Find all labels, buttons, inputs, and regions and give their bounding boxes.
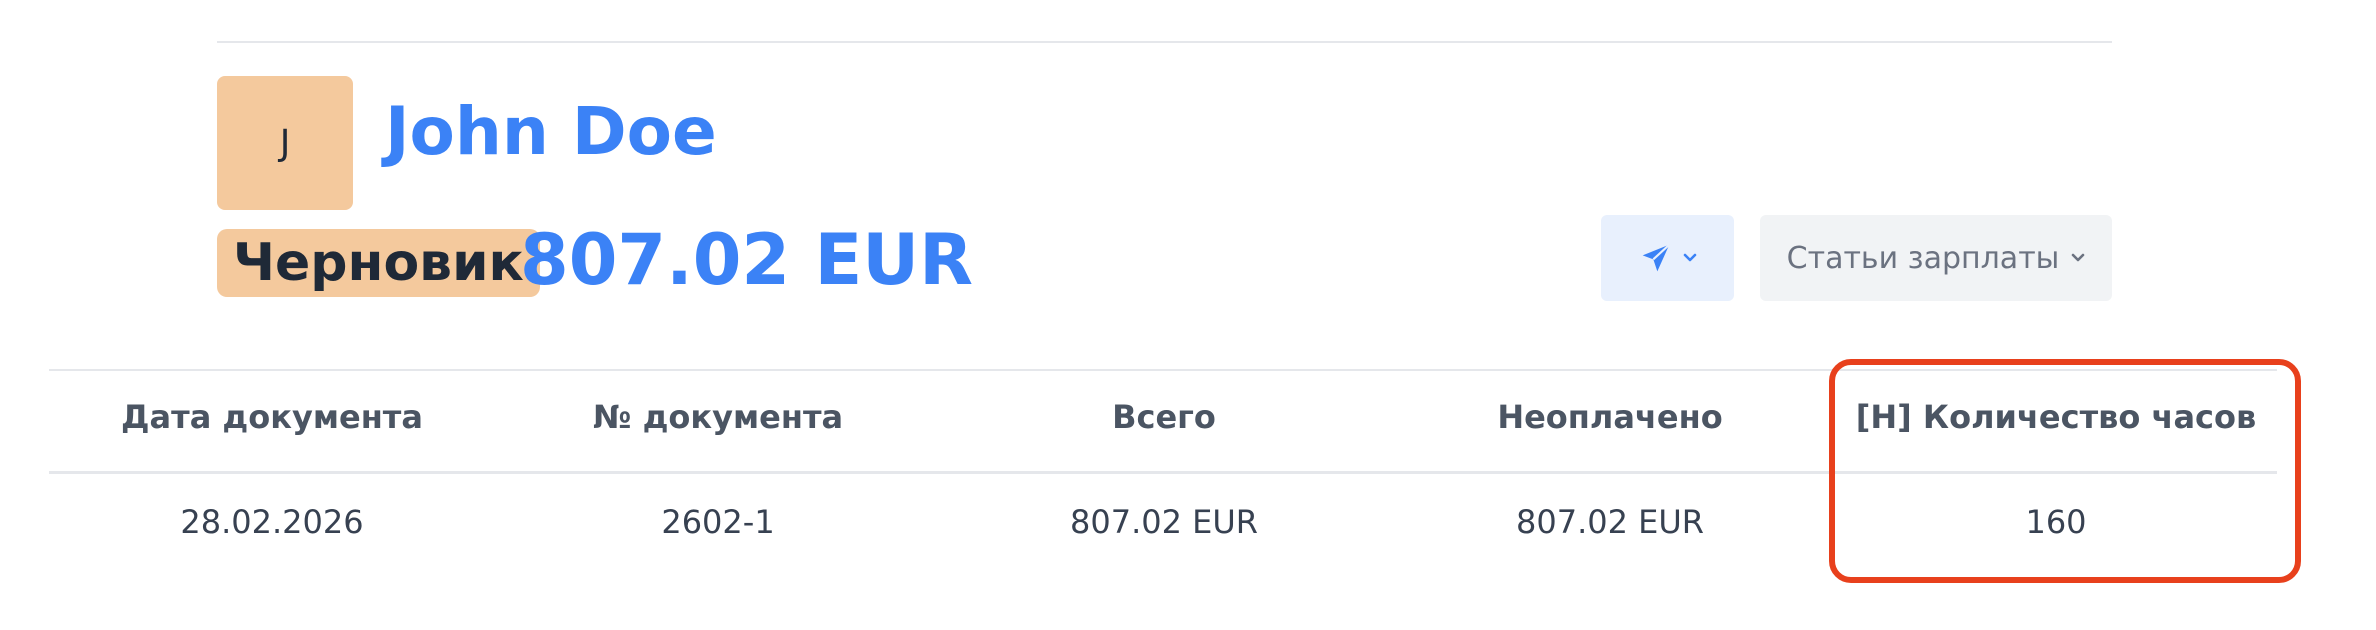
top-divider	[217, 41, 2112, 43]
total-amount: 807.02 EUR	[520, 219, 974, 301]
chevron-down-icon	[2071, 253, 2085, 263]
hours-column-highlight	[1829, 359, 2301, 583]
salary-items-label: Статьи зарплаты	[1786, 240, 2060, 276]
salary-items-button[interactable]: Статьи зарплаты	[1760, 215, 2112, 301]
avatar-initial: J	[279, 122, 291, 164]
cell-date: 28.02.2026	[180, 503, 364, 541]
status-badge: Черновик	[217, 229, 540, 297]
cell-number: 2602-1	[661, 503, 775, 541]
paper-plane-icon	[1639, 242, 1673, 274]
cell-unpaid: 807.02 EUR	[1515, 503, 1704, 541]
column-header-total[interactable]: Всего	[941, 398, 1387, 436]
column-header-unpaid[interactable]: Неоплачено	[1387, 398, 1833, 436]
send-button[interactable]	[1601, 215, 1734, 301]
column-header-date[interactable]: Дата документа	[49, 398, 495, 436]
chevron-down-icon	[1683, 253, 1697, 263]
column-header-number[interactable]: № документа	[495, 398, 941, 436]
cell-total: 807.02 EUR	[1069, 503, 1258, 541]
avatar: J	[217, 76, 353, 210]
employee-name[interactable]: John Doe	[385, 92, 717, 172]
